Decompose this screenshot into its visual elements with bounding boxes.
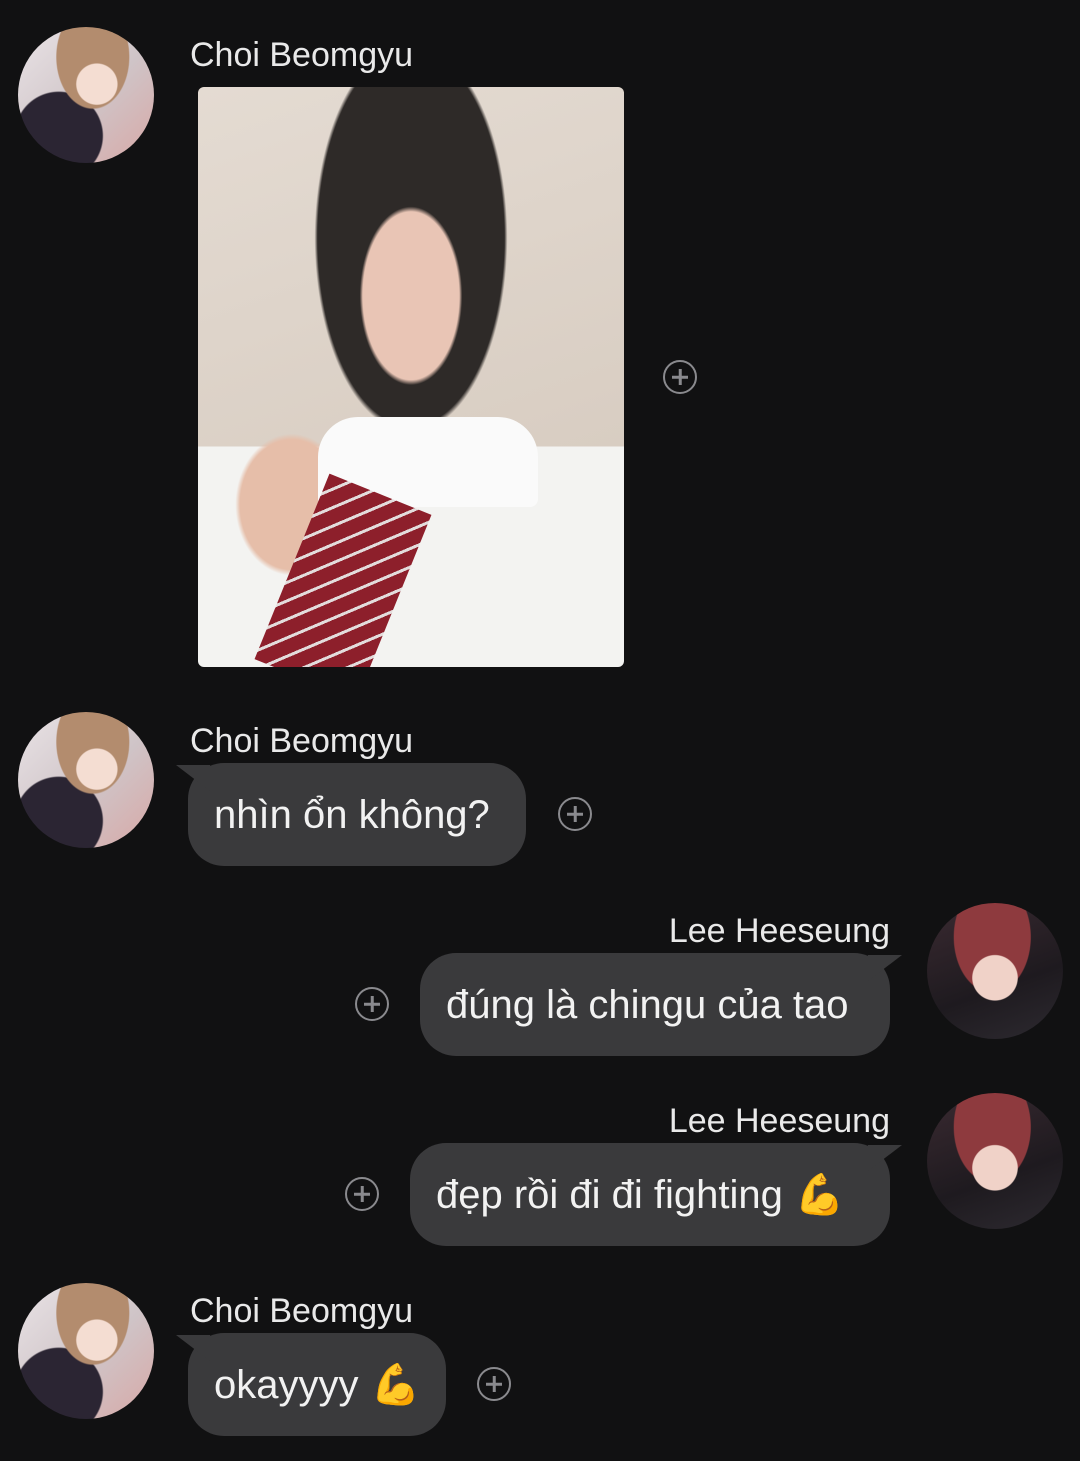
flexed-biceps-emoji: 💪 (794, 1171, 845, 1218)
message-text: đẹp rồi đi đi fighting (436, 1172, 783, 1217)
avatar-choi-beomgyu[interactable] (18, 1283, 154, 1419)
message-text: nhìn ổn không? (214, 792, 490, 837)
sender-name: Choi Beomgyu (190, 722, 414, 760)
message-bubble[interactable]: okayyyy 💪 (188, 1333, 446, 1436)
avatar-choi-beomgyu[interactable] (18, 712, 154, 848)
message-bubble[interactable]: đúng là chingu của tao (420, 953, 890, 1056)
message-text: okayyyy (214, 1362, 359, 1407)
message-bubble[interactable]: nhìn ổn không? (188, 763, 526, 866)
sender-name: Lee Heeseung (668, 912, 890, 950)
avatar-lee-heeseung[interactable] (927, 903, 1063, 1039)
add-reaction-icon[interactable] (355, 987, 389, 1021)
avatar-choi-beomgyu[interactable] (18, 27, 154, 163)
message-text: đúng là chingu của tao (446, 982, 849, 1027)
sender-name: Lee Heeseung (668, 1102, 890, 1140)
add-reaction-icon[interactable] (477, 1367, 511, 1401)
avatar-lee-heeseung[interactable] (927, 1093, 1063, 1229)
shared-photo[interactable] (198, 87, 624, 667)
sender-name: Choi Beomgyu (190, 1292, 414, 1330)
add-reaction-icon[interactable] (345, 1177, 379, 1211)
message-bubble[interactable]: đẹp rồi đi đi fighting 💪 (410, 1143, 890, 1246)
sender-name: Choi Beomgyu (190, 36, 414, 74)
flexed-biceps-emoji: 💪 (370, 1361, 421, 1408)
add-reaction-icon[interactable] (663, 360, 697, 394)
chat-thread: Choi Beomgyu Choi Beomgyu nhìn ổn không?… (0, 0, 1080, 1461)
add-reaction-icon[interactable] (558, 797, 592, 831)
